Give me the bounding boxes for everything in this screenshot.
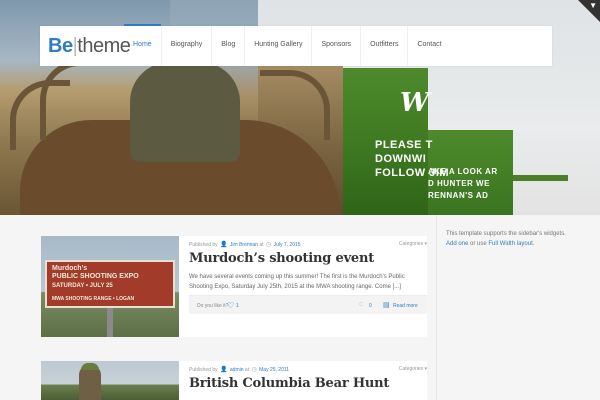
read-more-link[interactable]: Read more <box>393 303 418 309</box>
post-meta: Published by 👤 Jim Brennan at ◷ July 7, … <box>189 241 427 248</box>
user-icon: 👤 <box>220 367 228 373</box>
comments-count[interactable]: 0 <box>369 303 372 309</box>
billboard-text: SATURDAY • JULY 25 <box>52 283 113 289</box>
chevron-down-icon: ▾ <box>424 366 427 372</box>
document-icon: ▤ <box>383 302 390 309</box>
antler-shape <box>40 60 110 140</box>
date-link[interactable]: July 7, 2015 <box>274 242 301 248</box>
sign-text: RENNAN'S AD <box>428 191 489 200</box>
sidebar-text: This template supports the sidebar's wid… <box>446 231 566 237</box>
author-link[interactable]: admin <box>230 367 244 373</box>
hero-panel <box>513 175 568 181</box>
nav-item-home[interactable]: Home <box>124 24 161 66</box>
likes-count: 1 <box>236 303 239 309</box>
post-footer: Do you like it? ♡ 1 ◌ 0 ▤ Read more <box>189 295 427 314</box>
comment-icon[interactable]: ◌ <box>359 301 363 308</box>
sidebar-divider <box>436 215 437 400</box>
logo-theme: theme <box>77 35 131 57</box>
meta-label: at <box>244 367 250 373</box>
logo-be: Be <box>48 35 73 57</box>
hunter-photo <box>79 365 101 400</box>
nav-item-sponsors[interactable]: Sponsors <box>311 26 360 66</box>
billboard-post <box>107 308 113 337</box>
site-header: Be|theme Home Biography Blog Hunting Gal… <box>40 24 552 66</box>
sign-script-text: W <box>400 88 430 118</box>
nav-item-biography[interactable]: Biography <box>160 26 212 66</box>
chevron-down-icon: ▼ <box>589 1 597 10</box>
nav-item-outfitters[interactable]: Outfitters <box>360 26 407 66</box>
post-meta: Published by 👤 admin at ◷ May 25, 2011 C… <box>189 366 427 373</box>
post-card: Published by 👤 admin at ◷ May 25, 2011 C… <box>41 361 427 400</box>
nav-item-hunting-gallery[interactable]: Hunting Gallery <box>244 26 311 66</box>
author-link[interactable]: Jim Brennan <box>230 242 258 248</box>
site-logo[interactable]: Be|theme <box>48 35 131 57</box>
nav-item-blog[interactable]: Blog <box>211 26 244 66</box>
clock-icon: ◷ <box>265 242 272 248</box>
clock-icon: ◷ <box>251 367 257 373</box>
categories-dropdown[interactable]: Categories ▾ <box>399 241 427 247</box>
categories-label: Categories <box>398 366 424 372</box>
billboard-text: PUBLIC SHOOTING EXPO <box>52 273 139 280</box>
post-card: Murdoch’s PUBLIC SHOOTING EXPO SATURDAY … <box>41 236 427 337</box>
billboard-image: Murdoch’s PUBLIC SHOOTING EXPO SATURDAY … <box>45 260 175 308</box>
sign-text: DOWNWI <box>375 153 427 165</box>
main-nav: Home Biography Blog Hunting Gallery Spon… <box>124 24 451 66</box>
meta-label: Published by <box>189 367 218 373</box>
sign-text: PLEASE T <box>375 139 433 151</box>
sidebar-widget-note: This template supports the sidebar's wid… <box>446 229 566 249</box>
heart-icon[interactable]: ♡ <box>227 301 234 310</box>
chevron-down-icon: ▾ <box>424 241 427 247</box>
hunter-cap <box>81 363 99 370</box>
post-thumbnail[interactable]: Murdoch’s PUBLIC SHOOTING EXPO SATURDAY … <box>41 236 179 337</box>
meta-label: Published by <box>189 242 218 248</box>
post-excerpt: We have several events coming up this su… <box>189 274 405 290</box>
user-icon: 👤 <box>220 242 228 248</box>
sidebar-text: or use <box>470 241 487 247</box>
add-widget-link[interactable]: Add one <box>446 241 468 247</box>
post-title[interactable]: Murdoch’s shooting event <box>189 251 374 266</box>
billboard-text: MWA SHOOTING RANGE • LOGAN <box>52 296 135 302</box>
categories-label: Categories <box>398 241 424 247</box>
billboard-text: Murdoch’s <box>52 265 88 272</box>
full-width-layout-link[interactable]: Full Width layout. <box>488 241 534 247</box>
categories-dropdown[interactable]: Categories ▾ <box>399 366 427 372</box>
nav-item-contact[interactable]: Contact <box>407 26 450 66</box>
date-link[interactable]: May 25, 2011 <box>259 367 289 373</box>
post-thumbnail[interactable] <box>41 361 179 400</box>
hunter-image <box>130 62 240 162</box>
meta-label: at <box>259 242 264 248</box>
likes-label: Do you like it? <box>197 303 229 309</box>
post-title[interactable]: British Columbia Bear Hunt <box>189 376 389 391</box>
